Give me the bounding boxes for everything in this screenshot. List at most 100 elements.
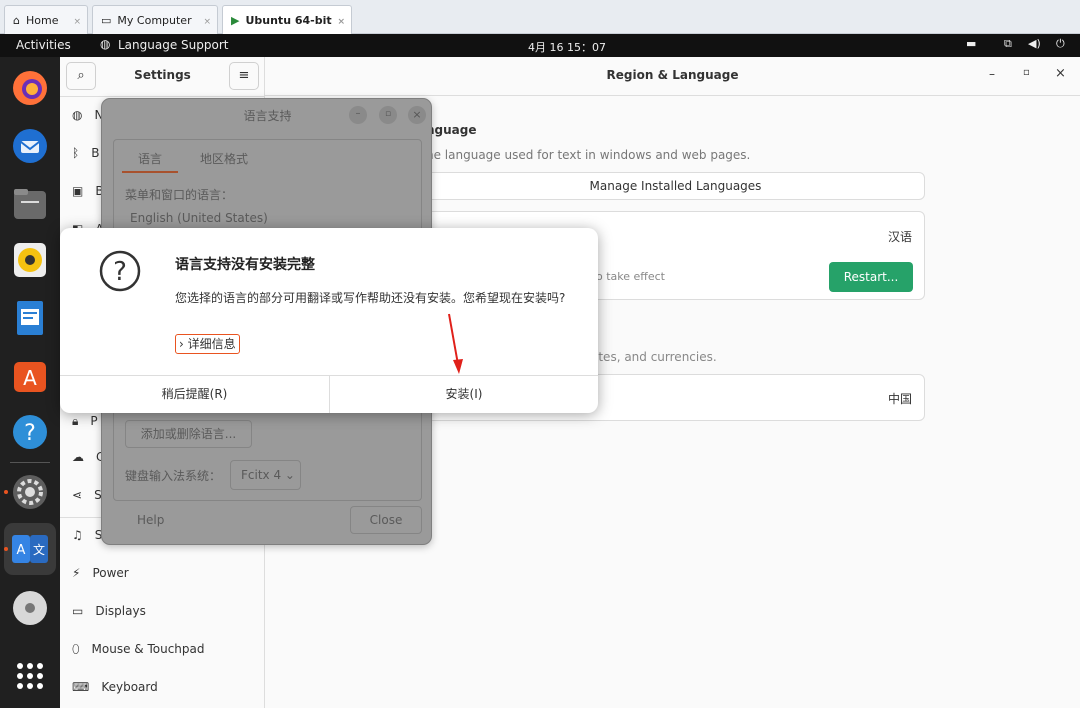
close-icon[interactable]: ×	[337, 17, 345, 27]
app-center-icon[interactable]: A	[9, 355, 51, 397]
tab-region[interactable]: 地区格式	[200, 150, 248, 167]
vm-tab-home[interactable]: ⌂ Home ×	[4, 5, 88, 34]
close-icon[interactable]: ×	[1055, 66, 1066, 81]
remind-later-button[interactable]: 稍后提醒(R)	[60, 376, 329, 413]
chevron-down-icon: ⌄	[284, 468, 295, 482]
globe-icon: ◍	[100, 37, 111, 51]
maximize-icon[interactable]: ▫	[1023, 67, 1030, 78]
cloud-icon: ☁	[72, 450, 84, 464]
language-heading: nguage	[426, 123, 477, 137]
svg-text:?: ?	[113, 257, 127, 287]
install-button[interactable]: 安装(I)	[330, 376, 598, 413]
sidebar-item-label: Displays	[95, 604, 146, 618]
minimize-icon[interactable]: –	[349, 106, 367, 124]
top-bar: Activities ◍ Language Support 4月 16 15：0…	[0, 34, 1080, 57]
restart-button[interactable]: Restart...	[829, 262, 913, 292]
details-expander[interactable]: › 详细信息	[175, 334, 240, 354]
tab-underline	[122, 171, 178, 173]
vm-tab-bar: ⌂ Home × ▭ My Computer × ▶ Ubuntu 64-bit…	[0, 0, 1080, 34]
vm-tab-label: Ubuntu 64-bit	[245, 13, 332, 27]
main-header: Region & Language – ▫ ×	[265, 57, 1080, 96]
firefox-icon[interactable]	[9, 67, 51, 109]
vm-tab-label: Home	[25, 13, 59, 27]
menu-language-label: 菜单和窗口的语言：	[125, 188, 234, 202]
vm-running-icon: ▶	[231, 13, 240, 27]
help-icon[interactable]: ?	[9, 411, 51, 453]
sidebar-item-power[interactable]: ⚡︎ Power	[60, 554, 265, 592]
writer-icon[interactable]	[9, 297, 51, 339]
running-indicator	[4, 547, 8, 551]
sidebar-item-label: B	[91, 146, 100, 160]
close-icon[interactable]: ×	[73, 17, 81, 27]
tab-language[interactable]: 语言	[138, 150, 162, 167]
app-menu[interactable]: Language Support	[118, 38, 228, 52]
input-method-value: Fcitx 4	[241, 468, 282, 482]
show-apps-icon[interactable]	[9, 655, 51, 697]
svg-text:文: 文	[33, 542, 45, 557]
close-icon[interactable]: ×	[203, 17, 211, 27]
thunderbird-icon[interactable]	[9, 125, 51, 167]
incomplete-install-dialog: ? 语言支持没有安装完整 您选择的语言的部分可用翻译或写作帮助还没有安装。您希望…	[60, 228, 598, 413]
volume-icon[interactable]: ◀)	[1028, 37, 1041, 50]
minimize-icon[interactable]: –	[989, 67, 995, 81]
menu-button[interactable]: ≡	[229, 62, 259, 90]
background-icon: ▣	[72, 184, 84, 198]
rhythmbox-icon[interactable]	[9, 239, 51, 281]
svg-text:?: ?	[24, 421, 36, 446]
running-indicator	[4, 490, 8, 494]
dialog-body: 您选择的语言的部分可用翻译或写作帮助还没有安装。您希望现在安装吗?	[175, 291, 566, 305]
chevron-right-icon: ›	[179, 337, 184, 351]
formats-description: ates, and currencies.	[591, 350, 717, 364]
restart-note: o take effect	[596, 270, 665, 283]
bluetooth-icon: ᛒ	[72, 146, 80, 160]
network-icon: ◍	[72, 108, 83, 122]
close-icon[interactable]: ×	[408, 106, 426, 124]
vm-tab-my-computer[interactable]: ▭ My Computer ×	[92, 5, 218, 34]
svg-text:A: A	[23, 366, 37, 390]
power-icon[interactable]: ⏻	[1056, 37, 1065, 51]
language-value[interactable]: 汉语	[888, 228, 912, 245]
display-icon: ▭	[72, 604, 84, 618]
language-support-icon[interactable]: A文	[4, 523, 56, 575]
page-title: Region & Language	[606, 68, 739, 82]
sidebar-item-label: Keyboard	[101, 680, 158, 694]
input-method-select[interactable]: Fcitx 4 ⌄	[230, 460, 301, 490]
mouse-icon: ⬯	[72, 641, 80, 656]
keyboard-icon: ⌨	[72, 680, 90, 694]
activities-button[interactable]: Activities	[16, 38, 71, 52]
home-icon: ⌂	[13, 13, 20, 27]
close-button[interactable]: Close	[350, 506, 422, 534]
vm-tab-ubuntu[interactable]: ▶ Ubuntu 64-bit ×	[222, 5, 352, 34]
help-button[interactable]: Help	[137, 513, 164, 527]
clock[interactable]: 4月 16 15：07	[528, 39, 606, 55]
sidebar-item-label: Power	[92, 566, 129, 580]
keyboard-icon[interactable]: ▬	[966, 37, 976, 50]
power-icon: ⚡︎	[72, 566, 81, 580]
annotation-arrow	[448, 313, 463, 374]
sidebar-item-mouse[interactable]: ⬯ Mouse & Touchpad	[60, 630, 265, 668]
formats-value: 中国	[887, 392, 912, 406]
svg-text:A: A	[17, 543, 26, 558]
sidebar-item-label: P	[90, 414, 98, 428]
input-method-label: 键盘输入法系统：	[125, 469, 222, 483]
dvd-icon[interactable]	[9, 587, 51, 629]
sidebar-item-displays[interactable]: ▭ Displays	[60, 592, 265, 630]
monitor-icon: ▭	[101, 13, 112, 27]
language-list-item[interactable]: English (United States)	[130, 211, 268, 225]
sidebar-item-keyboard[interactable]: ⌨ Keyboard	[60, 668, 265, 706]
manage-languages-button[interactable]: Manage Installed Languages	[426, 172, 925, 200]
dock: A ? A文	[0, 57, 60, 708]
files-icon[interactable]	[9, 183, 51, 225]
maximize-icon[interactable]: ▫	[379, 106, 397, 124]
settings-icon[interactable]	[9, 471, 51, 513]
add-remove-languages-button[interactable]: 添加或删除语言...	[125, 420, 252, 448]
share-icon: ⋖	[72, 488, 83, 502]
lock-icon: 🔒︎	[72, 413, 79, 428]
dock-divider	[10, 462, 50, 463]
music-note-icon: ♫	[72, 528, 83, 542]
sidebar-item-label: Mouse & Touchpad	[91, 642, 205, 656]
network-icon[interactable]: ⧉	[1004, 37, 1012, 51]
hamburger-icon: ≡	[238, 68, 250, 83]
language-description: he language used for text in windows and…	[426, 148, 751, 162]
vm-tab-label: My Computer	[117, 13, 192, 27]
